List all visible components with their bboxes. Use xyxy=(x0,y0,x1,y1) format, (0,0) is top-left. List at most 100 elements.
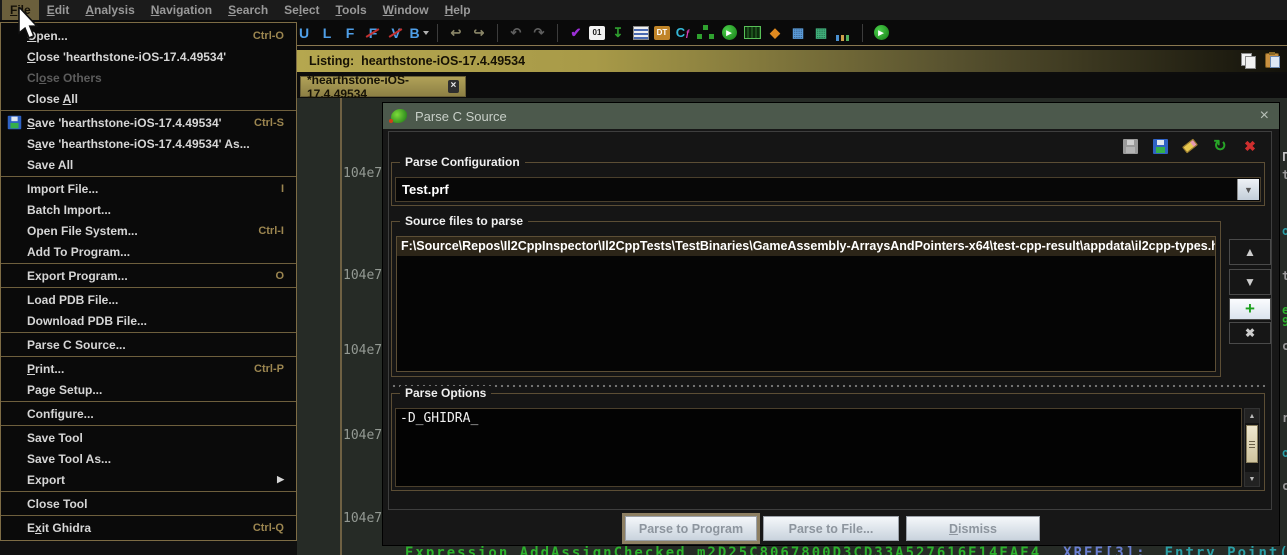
auto-analyze-icon[interactable]: ✔ xyxy=(566,23,586,43)
redo-icon[interactable]: ↷ xyxy=(529,23,549,43)
file-menu-item-configure[interactable]: Configure... xyxy=(1,403,296,424)
move-up-button[interactable]: ▲ xyxy=(1229,239,1271,265)
file-menu-item-export[interactable]: Export▶ xyxy=(1,469,296,490)
parse-to-file-button[interactable]: Parse to File... xyxy=(763,516,899,541)
file-menu-item-exit-ghidra[interactable]: Exit GhidraCtrl-Q xyxy=(1,517,296,538)
snapshot-forward-icon[interactable]: ↪ xyxy=(469,23,489,43)
splitter-handle[interactable] xyxy=(391,384,1265,389)
listing-address: 104e7 xyxy=(343,166,382,181)
bookmark-b-icon[interactable]: B xyxy=(409,23,429,43)
menubar-item-navigation[interactable]: Navigation xyxy=(143,0,220,20)
clear-profile-icon[interactable] xyxy=(1181,137,1199,155)
menu-group: Configure... xyxy=(1,401,296,425)
file-menu-item-page-setup[interactable]: Page Setup... xyxy=(1,379,296,400)
dialog-content: ↻✖ Parse Configuration Test.prf ▼ Source… xyxy=(388,131,1272,510)
file-menu-item-save-all[interactable]: Save All xyxy=(1,154,296,175)
menubar-item-analysis[interactable]: Analysis xyxy=(77,0,142,20)
refresh-icon[interactable]: ↻ xyxy=(1211,137,1229,155)
chart-icon[interactable] xyxy=(834,23,854,43)
clear-code-u-icon[interactable]: U xyxy=(294,23,314,43)
menu-item-label: Save All xyxy=(27,158,73,172)
source-file-row[interactable]: F:\Source\Repos\Il2CppInspector\Il2CppTe… xyxy=(397,237,1215,256)
listing-address: 104e7 xyxy=(343,268,382,283)
datatype-archive-icon[interactable]: DT xyxy=(654,26,670,40)
listing-line-part: XREF[3]: xyxy=(1063,545,1146,555)
file-menu-item-save-tool-as[interactable]: Save Tool As... xyxy=(1,448,296,469)
menubar-item-window[interactable]: Window xyxy=(375,0,437,20)
scroll-down-icon[interactable]: ▼ xyxy=(1245,472,1259,486)
menubar-item-edit[interactable]: Edit xyxy=(39,0,78,20)
listing-text-fragment: o xyxy=(1282,224,1287,238)
dialog-close-icon[interactable]: × xyxy=(1260,108,1269,124)
file-menu-item-load-pdb-file[interactable]: Load PDB File... xyxy=(1,289,296,310)
file-menu-item-save-hearthstone-ios-17-4-49534-as[interactable]: Save 'hearthstone-iOS-17.4.49534' As... xyxy=(1,133,296,154)
bytes-viewer-icon[interactable]: 01 xyxy=(589,26,605,40)
options-scrollbar[interactable]: ▲ ▼ xyxy=(1244,408,1260,487)
file-menu-item-print[interactable]: Print...Ctrl-P xyxy=(1,358,296,379)
file-menu-item-close-all[interactable]: Close All xyxy=(1,88,296,109)
tab-hearthstone[interactable]: *hearthstone-iOS-17.4.49534 × xyxy=(300,76,466,97)
mouse-cursor xyxy=(17,7,43,43)
menu-item-label: Print... xyxy=(27,362,64,376)
menubar-item-select[interactable]: Select xyxy=(276,0,327,20)
dismiss-button[interactable]: Dismiss xyxy=(906,516,1040,541)
delete-profile-icon[interactable]: ✖ xyxy=(1241,137,1259,155)
parse-configuration-group: Parse Configuration Test.prf ▼ xyxy=(391,162,1265,206)
menubar-item-tools[interactable]: Tools xyxy=(328,0,375,20)
scrollbar-thumb[interactable] xyxy=(1246,425,1258,463)
parse-configuration-combobox[interactable]: Test.prf ▼ xyxy=(395,177,1261,202)
listing-view-icon[interactable] xyxy=(631,23,651,43)
file-menu-item-parse-c-source[interactable]: Parse C Source... xyxy=(1,334,296,355)
copy-icon[interactable] xyxy=(1241,53,1256,68)
parse-to-program-button[interactable]: Parse to Program xyxy=(625,516,757,541)
add-file-button[interactable]: + xyxy=(1229,298,1271,320)
menubar: FileEditAnalysisNavigationSearchSelectTo… xyxy=(0,0,1287,20)
compiler-spec-icon[interactable]: Cƒ xyxy=(673,23,693,43)
file-menu-item-close-tool[interactable]: Close Tool xyxy=(1,493,296,514)
function-graph-icon[interactable] xyxy=(696,23,716,43)
clear-label-icon[interactable]: L xyxy=(317,23,337,43)
undo-icon[interactable]: ↶ xyxy=(506,23,526,43)
tab-close-icon[interactable]: × xyxy=(448,80,459,93)
file-menu-item-open[interactable]: Open...Ctrl-O xyxy=(1,25,296,46)
menu-item-label: Save 'hearthstone-iOS-17.4.49534' xyxy=(27,116,221,130)
file-menu-item-download-pdb-file[interactable]: Download PDB File... xyxy=(1,310,296,331)
menu-item-label: Save 'hearthstone-iOS-17.4.49534' As... xyxy=(27,137,250,151)
menu-group: Save ToolSave Tool As...Export▶ xyxy=(1,425,296,491)
paste-icon[interactable] xyxy=(1265,53,1279,68)
ghidra-dragon-icon xyxy=(391,109,407,123)
move-down-button[interactable]: ▼ xyxy=(1229,269,1271,295)
file-menu-item-add-to-program[interactable]: Add To Program... xyxy=(1,241,296,262)
source-files-list[interactable]: F:\Source\Repos\Il2CppInspector\Il2CppTe… xyxy=(396,236,1216,372)
table-icon[interactable]: ▦ xyxy=(788,23,808,43)
scroll-up-icon[interactable]: ▲ xyxy=(1245,409,1259,423)
snapshot-back-icon[interactable]: ↩ xyxy=(446,23,466,43)
file-menu-item-close-hearthstone-ios-17-4-49534[interactable]: Close 'hearthstone-iOS-17.4.49534' xyxy=(1,46,296,67)
menu-item-label: Export Program... xyxy=(27,269,128,283)
create-function-icon[interactable]: F xyxy=(340,23,360,43)
parse-options-input[interactable]: -D_GHIDRA_ xyxy=(395,408,1242,487)
remove-variable-icon[interactable]: V xyxy=(386,23,406,43)
memory-map-icon[interactable] xyxy=(742,23,762,43)
file-menu-item-save-hearthstone-ios-17-4-49534[interactable]: Save 'hearthstone-iOS-17.4.49534'Ctrl-S xyxy=(1,112,296,133)
menubar-item-search[interactable]: Search xyxy=(220,0,276,20)
diamond-icon[interactable]: ◆ xyxy=(765,23,785,43)
file-menu-item-save-tool[interactable]: Save Tool xyxy=(1,427,296,448)
menubar-item-help[interactable]: Help xyxy=(437,0,479,20)
file-menu-item-batch-import[interactable]: Batch Import... xyxy=(1,199,296,220)
import-arrow-icon[interactable]: ↧ xyxy=(608,23,628,43)
run-green-icon[interactable]: ▶ xyxy=(719,23,739,43)
menu-group: Print...Ctrl-PPage Setup... xyxy=(1,356,296,401)
script-manager-icon[interactable]: ▶ xyxy=(871,23,891,43)
toolbar-separator xyxy=(437,24,438,42)
dialog-titlebar[interactable]: Parse C Source × xyxy=(383,103,1279,129)
combobox-dropdown-icon[interactable]: ▼ xyxy=(1237,179,1259,200)
remove-file-button[interactable]: ✖ xyxy=(1229,322,1271,344)
file-menu-item-export-program[interactable]: Export Program...O xyxy=(1,265,296,286)
remove-function-icon[interactable]: F xyxy=(363,23,383,43)
file-menu-item-open-file-system[interactable]: Open File System...Ctrl-I xyxy=(1,220,296,241)
menu-item-label: Close Others xyxy=(27,71,102,85)
save-profile-as-icon[interactable] xyxy=(1151,137,1169,155)
file-menu-item-import-file[interactable]: Import File...I xyxy=(1,178,296,199)
table-export-icon[interactable]: ▦ xyxy=(811,23,831,43)
